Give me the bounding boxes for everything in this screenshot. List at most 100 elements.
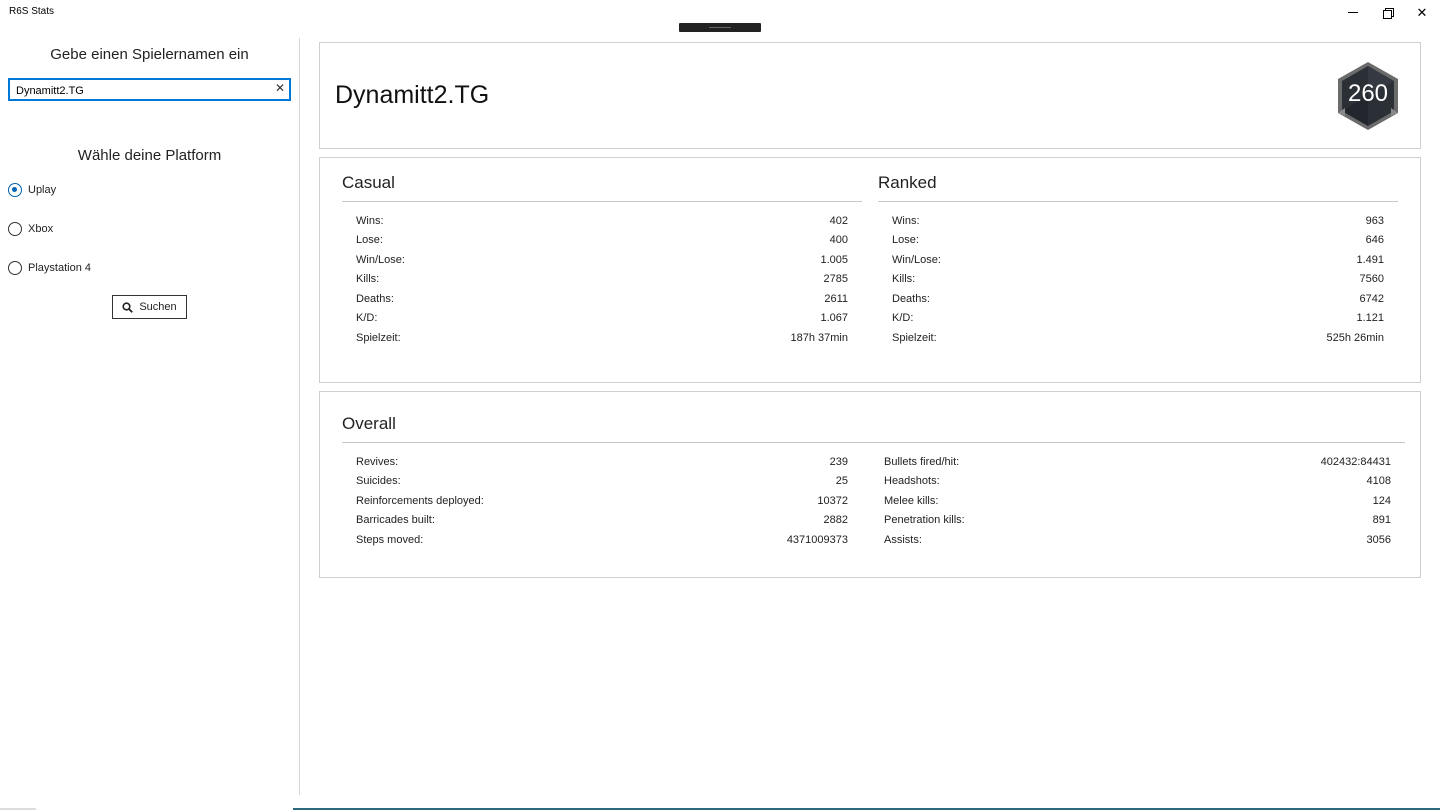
stat-value: 2611 [824,293,848,305]
casual-divider [342,201,862,202]
stat-label: Headshots: [884,475,940,487]
level-badge: 260 [1335,60,1401,132]
ranked-stat-row: Spielzeit: 525h 26min [892,332,1384,348]
close-icon: ✕ [1416,4,1428,20]
stat-label: Deaths: [892,293,930,305]
stat-label: K/D: [356,312,378,324]
drag-handle[interactable] [679,23,761,32]
stat-label: Suicides: [356,475,401,487]
stat-label: Melee kills: [884,495,939,507]
player-name: Dynamitt2.TG [335,81,490,109]
casual-stat-row: Spielzeit: 187h 37min [356,332,848,348]
overall-stat-row: Barricades built: 2882 [356,514,848,530]
stat-value: 963 [1365,215,1384,227]
casual-stat-row: K/D: 1.067 [356,312,848,328]
search-button[interactable]: Suchen [112,295,187,319]
casual-stat-row: Deaths: 2611 [356,293,848,309]
stat-value: 2785 [823,273,848,285]
minimize-button[interactable] [1336,0,1370,24]
overall-card: Overall Revives: 239 Suicides: 25 Reinfo… [319,391,1421,578]
stat-label: Reinforcements deployed: [356,495,484,507]
stat-label: Steps moved: [356,534,424,546]
stat-label: Bullets fired/hit: [884,456,960,468]
stat-value: 10372 [817,495,848,507]
ranked-stat-row: K/D: 1.121 [892,312,1384,328]
stat-value: 4108 [1366,475,1391,487]
platform-radio-playstation[interactable]: Playstation 4 [8,260,91,276]
stat-value: 187h 37min [790,332,849,344]
stat-label: Lose: [356,234,383,246]
stat-label: Spielzeit: [892,332,937,344]
overall-stat-row: Headshots: 4108 [884,475,1391,491]
stat-value: 124 [1372,495,1391,507]
clear-icon[interactable]: ✕ [275,81,285,95]
casual-stat-row: Kills: 2785 [356,273,848,289]
taskbar-edge [0,805,1440,810]
app-title: R6S Stats [9,6,55,17]
casual-title: Casual [342,173,395,192]
restore-icon [1382,7,1394,19]
stat-value: 2882 [823,514,848,526]
stat-label: Win/Lose: [892,254,941,266]
platform-radio-xbox[interactable]: Xbox [8,221,53,237]
stat-value: 1.005 [820,254,848,266]
search-button-label: Suchen [139,301,177,313]
player-header-card: Dynamitt2.TG 260 [319,42,1421,149]
stat-value: 1.121 [1356,312,1384,324]
radio-label: Playstation 4 [28,262,91,274]
platform-heading: Wähle deine Platform [77,147,222,164]
stat-value: 1.491 [1356,254,1384,266]
ranked-stat-row: Win/Lose: 1.491 [892,254,1384,270]
ranked-stat-row: Lose: 646 [892,234,1384,250]
stat-value: 646 [1365,234,1384,246]
overall-divider [342,442,1405,443]
search-icon [122,301,134,313]
radio-label: Uplay [28,184,57,196]
stat-value: 400 [829,234,848,246]
stat-label: Kills: [356,273,380,285]
stat-label: Wins: [892,215,920,227]
player-level: 260 [1347,80,1389,107]
search-heading: Gebe einen Spielernamen ein [50,46,249,63]
overall-stat-row: Bullets fired/hit: 402432:84431 [884,456,1391,472]
platform-radio-uplay[interactable]: Uplay [8,182,56,198]
stat-value: 25 [835,475,848,487]
ranked-stat-row: Wins: 963 [892,215,1384,231]
radio-label: Xbox [28,223,54,235]
overall-stat-row: Penetration kills: 891 [884,514,1391,530]
restore-button[interactable] [1370,0,1404,24]
overall-stat-row: Melee kills: 124 [884,495,1391,511]
stat-label: Assists: [884,534,922,546]
stat-value: 4371009373 [786,534,848,546]
radio-unchecked-icon[interactable] [8,222,22,236]
close-button[interactable]: ✕ [1405,0,1439,24]
stat-label: Deaths: [356,293,394,305]
sidebar: Gebe einen Spielernamen ein ✕ Wähle dein… [0,38,300,795]
ranked-stat-row: Kills: 7560 [892,273,1384,289]
stat-value: 402432:84431 [1320,456,1391,468]
stat-value: 525h 26min [1326,332,1385,344]
stat-label: Kills: [892,273,916,285]
player-name-input[interactable] [16,82,266,99]
casual-ranked-card: Casual Ranked Wins: 402 Lose: 400 Win/Lo… [319,157,1421,383]
casual-stat-row: Wins: 402 [356,215,848,231]
stat-label: K/D: [892,312,914,324]
stat-value: 7560 [1359,273,1384,285]
overall-stat-row: Assists: 3056 [884,534,1391,550]
overall-stat-row: Reinforcements deployed: 10372 [356,495,848,511]
stat-label: Revives: [356,456,399,468]
stat-label: Win/Lose: [356,254,405,266]
stat-value: 1.067 [820,312,848,324]
stat-label: Lose: [892,234,919,246]
stat-label: Spielzeit: [356,332,401,344]
search-box[interactable]: ✕ [8,78,291,101]
radio-unchecked-icon[interactable] [8,261,22,275]
overall-stat-row: Suicides: 25 [356,475,848,491]
radio-checked-icon[interactable] [8,183,22,197]
stat-value: 6742 [1359,293,1384,305]
overall-title: Overall [342,414,396,433]
stat-label: Barricades built: [356,514,435,526]
title-bar: R6S Stats ✕ [0,0,1440,32]
stat-value: 3056 [1366,534,1391,546]
casual-stat-row: Win/Lose: 1.005 [356,254,848,270]
